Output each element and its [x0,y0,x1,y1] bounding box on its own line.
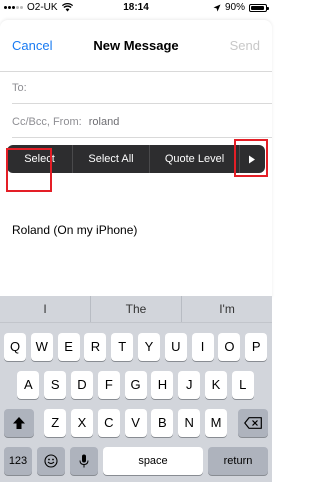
backspace-icon [244,417,262,429]
return-key[interactable]: return [208,447,268,475]
key-i[interactable]: I [191,333,214,361]
key-e[interactable]: E [57,333,80,361]
microphone-icon [79,454,89,468]
emoji-icon [44,454,58,468]
to-field[interactable]: To: [12,72,272,104]
key-d[interactable]: D [71,371,93,399]
quote-level-menu-item[interactable]: Quote Level [150,145,240,173]
key-r[interactable]: R [84,333,107,361]
delete-key[interactable] [238,409,268,437]
status-bar: O2-UK 18:14 90% [0,0,272,16]
key-c[interactable]: C [97,409,120,437]
suggestion-1[interactable]: I [0,296,91,322]
select-all-menu-item[interactable]: Select All [73,145,150,173]
key-x[interactable]: X [71,409,93,437]
more-options-highlight [234,139,268,177]
battery-icon [249,3,269,12]
key-m[interactable]: M [205,409,227,437]
cc-bcc-from-label: Cc/Bcc, From: [12,116,82,128]
location-arrow-icon [213,4,221,11]
from-value: roland [88,116,120,128]
emoji-key[interactable] [37,447,65,475]
suggestion-2[interactable]: The [91,296,182,322]
key-g[interactable]: G [124,371,147,399]
key-h[interactable]: H [151,371,174,399]
predictive-bar: I The I'm [0,296,272,323]
key-b[interactable]: B [151,409,174,437]
key-n[interactable]: N [178,409,201,437]
key-o[interactable]: O [218,333,241,361]
key-a[interactable]: A [17,371,40,399]
dictation-key[interactable] [70,447,98,475]
key-v[interactable]: V [124,409,147,437]
send-button[interactable]: Send [230,38,260,53]
shift-icon [13,417,25,429]
space-key[interactable]: space [103,447,203,475]
shift-key[interactable] [4,409,34,437]
key-w[interactable]: W [30,333,53,361]
battery-percent: 90% [224,2,245,13]
key-t[interactable]: T [111,333,134,361]
message-signature: Roland (On my iPhone) [12,223,138,237]
key-k[interactable]: K [205,371,227,399]
suggestion-3[interactable]: I'm [182,296,272,322]
key-f[interactable]: F [97,371,120,399]
key-u[interactable]: U [164,333,187,361]
numbers-key[interactable]: 123 [4,447,32,475]
key-z[interactable]: Z [44,409,67,437]
key-y[interactable]: Y [138,333,160,361]
keyboard: I The I'm Q W E R T Y U I O P A S D F G … [0,296,272,482]
cc-bcc-from-field[interactable]: Cc/Bcc, From: roland [12,106,272,138]
key-j[interactable]: J [178,371,201,399]
key-l[interactable]: L [231,371,254,399]
compose-nav-bar: Cancel New Message Send [0,20,272,72]
insertion-point-highlight [6,148,52,192]
key-q[interactable]: Q [4,333,26,361]
to-label: To: [12,82,27,94]
status-right: 90% [213,2,269,13]
key-s[interactable]: S [44,371,67,399]
key-p[interactable]: P [245,333,268,361]
